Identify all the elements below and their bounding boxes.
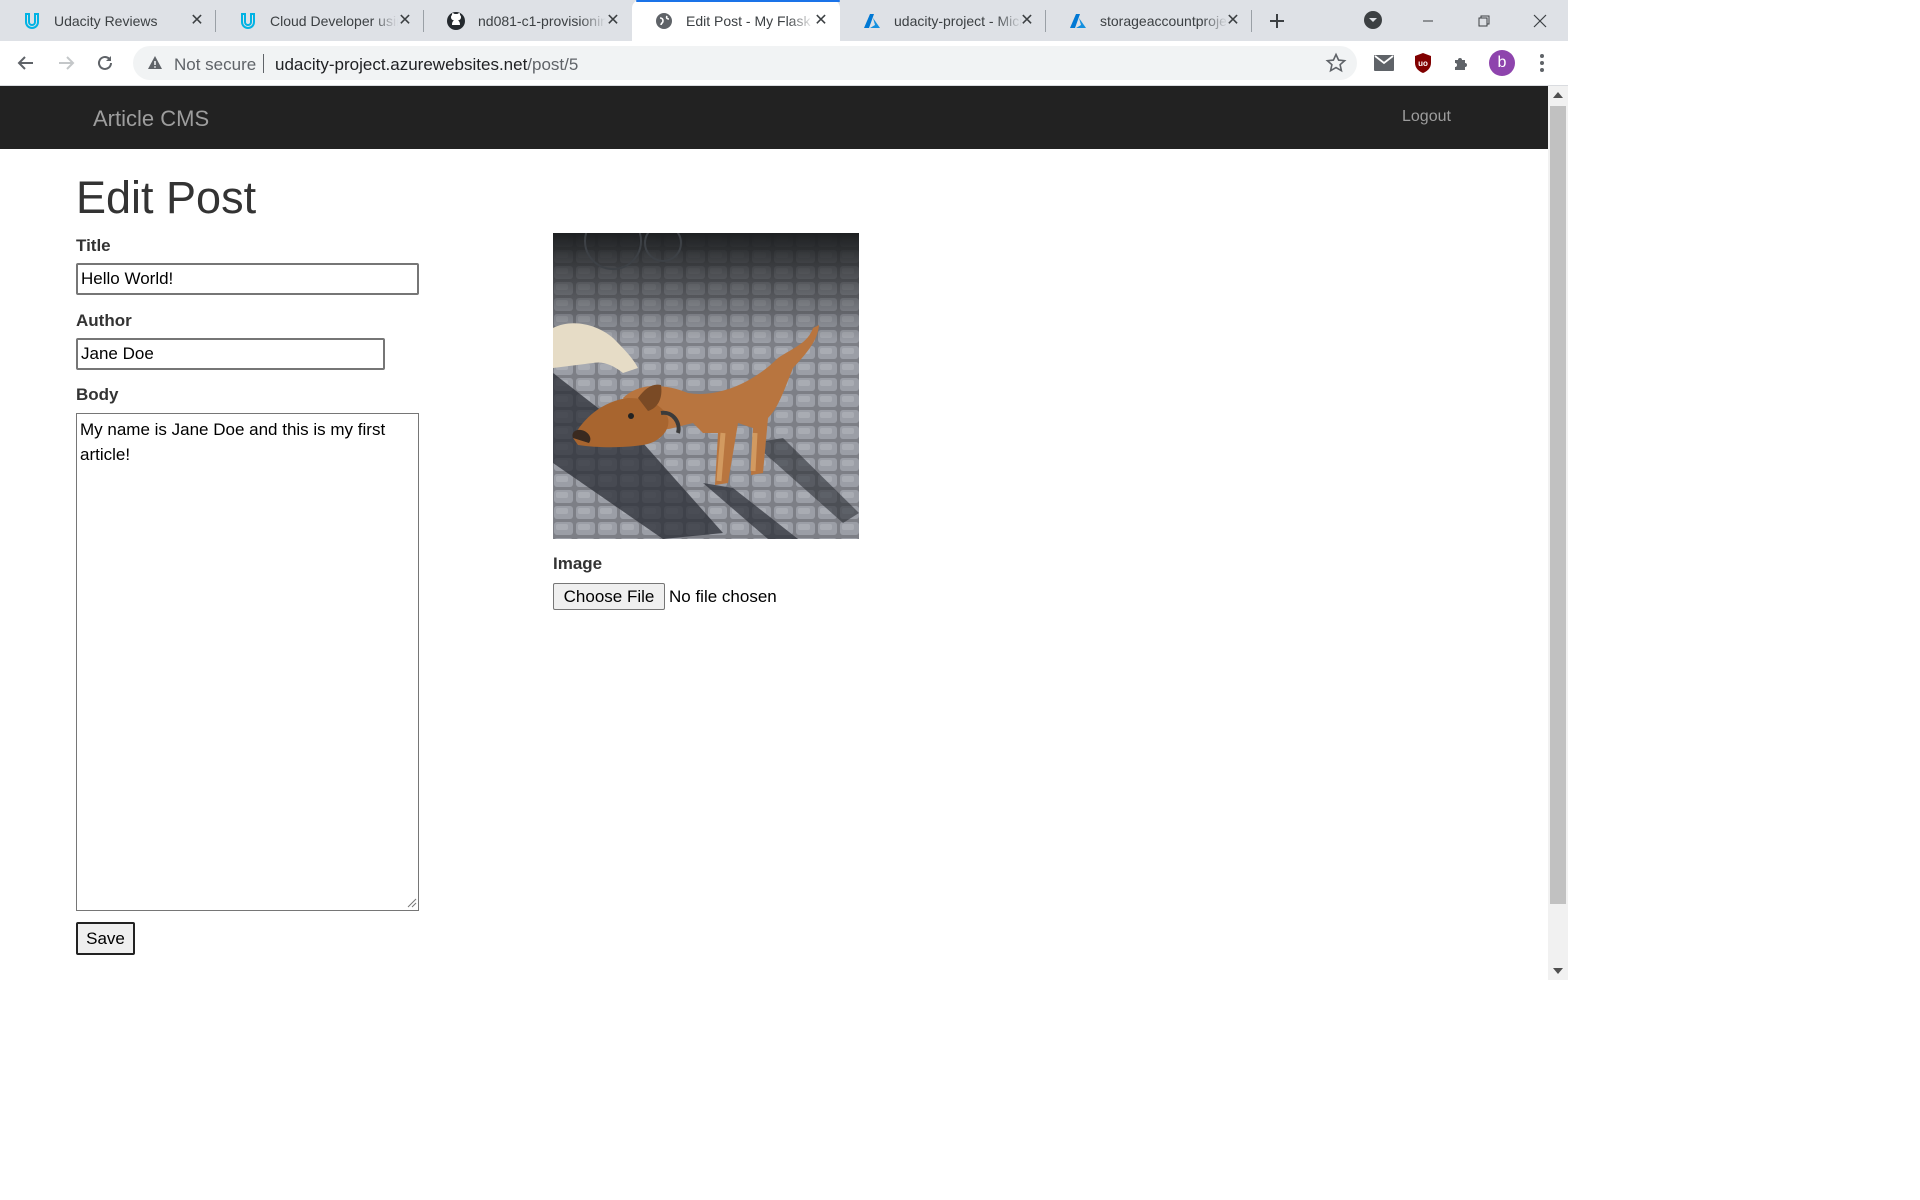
address-bar[interactable]: Not secure udacity-project.azurewebsites… [133, 46, 1357, 80]
new-tab-button[interactable] [1264, 8, 1290, 34]
url-path: /post/5 [527, 55, 579, 74]
extensions-button[interactable] [1450, 51, 1474, 75]
github-icon [446, 11, 466, 31]
reload-button[interactable] [91, 49, 119, 77]
back-button[interactable] [12, 49, 40, 77]
scroll-down-arrow-icon[interactable] [1553, 968, 1563, 974]
profile-avatar[interactable]: b [1489, 50, 1515, 76]
arrow-left-icon [17, 56, 33, 70]
azure-icon [862, 11, 882, 31]
image-label: Image [553, 554, 603, 573]
tab-search-button[interactable] [1362, 9, 1384, 31]
udacity-icon [22, 11, 42, 31]
brand-link[interactable]: Article CMS [93, 106, 209, 132]
choose-file-button[interactable]: Choose File [553, 583, 665, 610]
puzzle-icon [1455, 58, 1467, 70]
close-icon [1533, 14, 1547, 27]
ublock-extension-button[interactable]: uo [1411, 51, 1435, 75]
close-icon[interactable]: ✕ [1018, 11, 1036, 29]
warning-icon[interactable] [147, 55, 163, 71]
tab-title: nd081-c1-provisioning [478, 12, 606, 29]
ublock-shield-icon: uo [1415, 53, 1431, 73]
globe-icon [654, 11, 674, 31]
mail-icon [1374, 55, 1394, 71]
tab-title: Edit Post - My Flask App [686, 12, 814, 29]
resize-grip-icon[interactable] [405, 896, 417, 908]
tab-storage-account[interactable]: storageaccountproject ✕ [1046, 0, 1252, 41]
address-divider [263, 54, 264, 73]
bookmark-star-icon[interactable] [1325, 52, 1347, 74]
close-icon[interactable]: ✕ [604, 11, 622, 29]
scroll-thumb[interactable] [1550, 106, 1566, 904]
tab-azure-project[interactable]: udacity-project - Microsoft Azure ✕ [840, 0, 1046, 41]
close-icon[interactable]: ✕ [1224, 11, 1242, 29]
udacity-icon [238, 11, 258, 31]
tab-strip: Udacity Reviews ✕ Cloud Developer using … [0, 0, 1568, 41]
active-tab-indicator [636, 0, 840, 2]
title-input[interactable] [76, 263, 419, 295]
tab-title: Cloud Developer using Microsoft Azure [270, 12, 398, 29]
forward-button[interactable] [52, 49, 80, 77]
azure-icon [1068, 11, 1088, 31]
title-label: Title [76, 236, 111, 255]
close-icon[interactable]: ✕ [812, 11, 830, 29]
window-close-button[interactable] [1512, 0, 1568, 41]
tab-title: udacity-project - Microsoft Azure [894, 12, 1022, 29]
body-textarea[interactable]: My name is Jane Doe and this is my first… [76, 413, 419, 911]
author-input[interactable] [76, 338, 385, 370]
close-icon[interactable]: ✕ [188, 11, 206, 29]
reload-icon [98, 55, 112, 70]
tab-edit-post[interactable]: Edit Post - My Flask App ✕ [632, 0, 840, 41]
restore-icon [1478, 15, 1490, 26]
file-status-text: No file chosen [669, 587, 777, 606]
arrow-right-icon [59, 56, 75, 70]
tab-github[interactable]: nd081-c1-provisioning ✕ [424, 0, 632, 41]
browser-menu-button[interactable] [1530, 51, 1554, 75]
page-title: Edit Post [76, 172, 257, 223]
scroll-up-arrow-icon[interactable] [1553, 92, 1563, 98]
chevron-down-icon [1364, 11, 1382, 29]
restore-button[interactable] [1456, 0, 1512, 41]
svg-text:uo: uo [1418, 59, 1428, 68]
tab-title: storageaccountproject [1100, 12, 1228, 29]
app-navbar: Article CMS Logout [0, 86, 1548, 149]
url-host: udacity-project.azurewebsites.net [275, 55, 528, 74]
page-scrollbar[interactable] [1548, 86, 1568, 980]
page-viewport: Article CMS Logout Edit Post Title Autho… [0, 86, 1548, 980]
browser-toolbar: Not secure udacity-project.azurewebsites… [0, 41, 1568, 86]
author-label: Author [76, 311, 132, 330]
security-label[interactable]: Not secure [174, 55, 256, 75]
url-text[interactable]: udacity-project.azurewebsites.net/post/5 [275, 55, 578, 75]
post-image [553, 233, 859, 539]
plus-icon [1270, 14, 1284, 28]
more-vertical-icon [1540, 54, 1544, 72]
close-icon[interactable]: ✕ [396, 11, 414, 29]
minimize-button[interactable] [1400, 0, 1456, 41]
logout-link[interactable]: Logout [1402, 108, 1451, 126]
tab-udacity-reviews[interactable]: Udacity Reviews ✕ [0, 0, 216, 41]
gmail-extension-button[interactable] [1372, 51, 1396, 75]
minimize-icon [1423, 20, 1433, 21]
body-label: Body [76, 385, 119, 404]
save-button[interactable]: Save [76, 922, 135, 955]
tab-title: Udacity Reviews [54, 12, 158, 29]
tab-cloud-developer[interactable]: Cloud Developer using Microsoft Azure ✕ [216, 0, 424, 41]
